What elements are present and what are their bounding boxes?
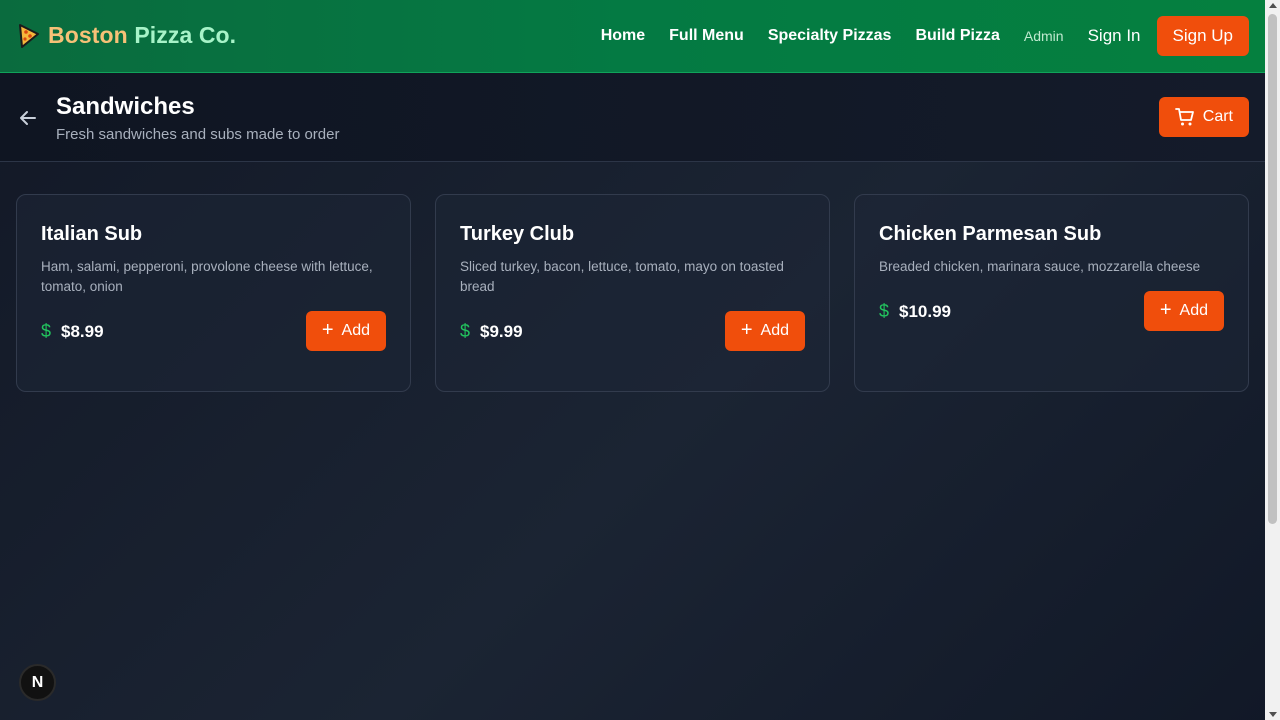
pizza-slice-icon <box>19 23 39 48</box>
sign-in-link[interactable]: Sign In <box>1088 26 1141 46</box>
dollar-icon: $ <box>41 321 52 341</box>
price-row: $ $8.99 <box>41 321 104 342</box>
plus-icon: + <box>321 319 334 341</box>
dollar-icon: $ <box>460 321 471 341</box>
item-price: $9.99 <box>480 321 523 341</box>
page-title: Sandwiches <box>56 93 195 120</box>
add-to-cart-button[interactable]: + Add <box>1143 291 1224 331</box>
item-description: Breaded chicken, marinara sauce, mozzare… <box>879 259 1201 274</box>
scroll-thumb[interactable] <box>1268 14 1277 524</box>
brand-name: Boston Pizza Co. <box>48 22 236 49</box>
brand-logo[interactable]: Boston Pizza Co. <box>18 22 236 49</box>
shopping-cart-icon <box>1174 108 1194 126</box>
nav-build-pizza-link[interactable]: Build Pizza <box>915 27 999 45</box>
nav-home-link[interactable]: Home <box>601 27 645 45</box>
nextjs-dev-badge[interactable]: N <box>19 664 56 701</box>
add-to-cart-button[interactable]: + Add <box>305 311 386 351</box>
item-name: Italian Sub <box>41 223 143 245</box>
page-subtitle: Fresh sandwiches and subs made to order <box>56 126 340 143</box>
nav-admin-link[interactable]: Admin <box>1024 28 1064 44</box>
menu-items-grid: Italian Sub Ham, salami, pepperoni, prov… <box>16 194 1249 392</box>
nav-full-menu-link[interactable]: Full Menu <box>669 27 744 45</box>
item-name: Chicken Parmesan Sub <box>879 223 1102 245</box>
menu-item-card: Chicken Parmesan Sub Breaded chicken, ma… <box>854 194 1249 392</box>
add-label: Add <box>341 322 370 339</box>
top-navbar: Boston Pizza Co. Home Full Menu Specialt… <box>0 0 1265 73</box>
price-row: $ $9.99 <box>460 321 523 342</box>
item-description: Ham, salami, pepperoni, provolone cheese… <box>41 259 373 294</box>
item-price: $8.99 <box>61 321 104 341</box>
brand-name-part1: Boston <box>48 22 128 48</box>
cart-button[interactable]: Cart <box>1158 97 1249 137</box>
item-description: Sliced turkey, bacon, lettuce, tomato, m… <box>460 259 784 294</box>
plus-icon: + <box>1159 299 1172 321</box>
page-scrollbar[interactable] <box>1265 0 1280 720</box>
add-label: Add <box>1179 302 1208 319</box>
scroll-down-arrow-icon[interactable] <box>1269 712 1277 717</box>
plus-icon: + <box>740 319 753 341</box>
item-name: Turkey Club <box>460 223 575 245</box>
item-price: $10.99 <box>899 301 952 321</box>
nav-specialty-pizzas-link[interactable]: Specialty Pizzas <box>768 27 892 45</box>
brand-name-part2: Pizza Co. <box>134 22 237 48</box>
price-row: $ $10.99 <box>879 301 951 322</box>
add-label: Add <box>760 322 789 339</box>
category-header: Sandwiches Fresh sandwiches and subs mad… <box>0 73 1265 162</box>
sign-up-button[interactable]: Sign Up <box>1156 16 1249 56</box>
dollar-icon: $ <box>879 301 890 321</box>
cart-label: Cart <box>1202 108 1233 125</box>
arrow-left-icon[interactable] <box>17 107 39 129</box>
scroll-up-arrow-icon[interactable] <box>1269 3 1277 8</box>
menu-item-card: Italian Sub Ham, salami, pepperoni, prov… <box>16 194 411 392</box>
menu-item-card: Turkey Club Sliced turkey, bacon, lettuc… <box>435 194 830 392</box>
main-nav: Home Full Menu Specialty Pizzas Build Pi… <box>577 16 1249 56</box>
add-to-cart-button[interactable]: + Add <box>724 311 805 351</box>
